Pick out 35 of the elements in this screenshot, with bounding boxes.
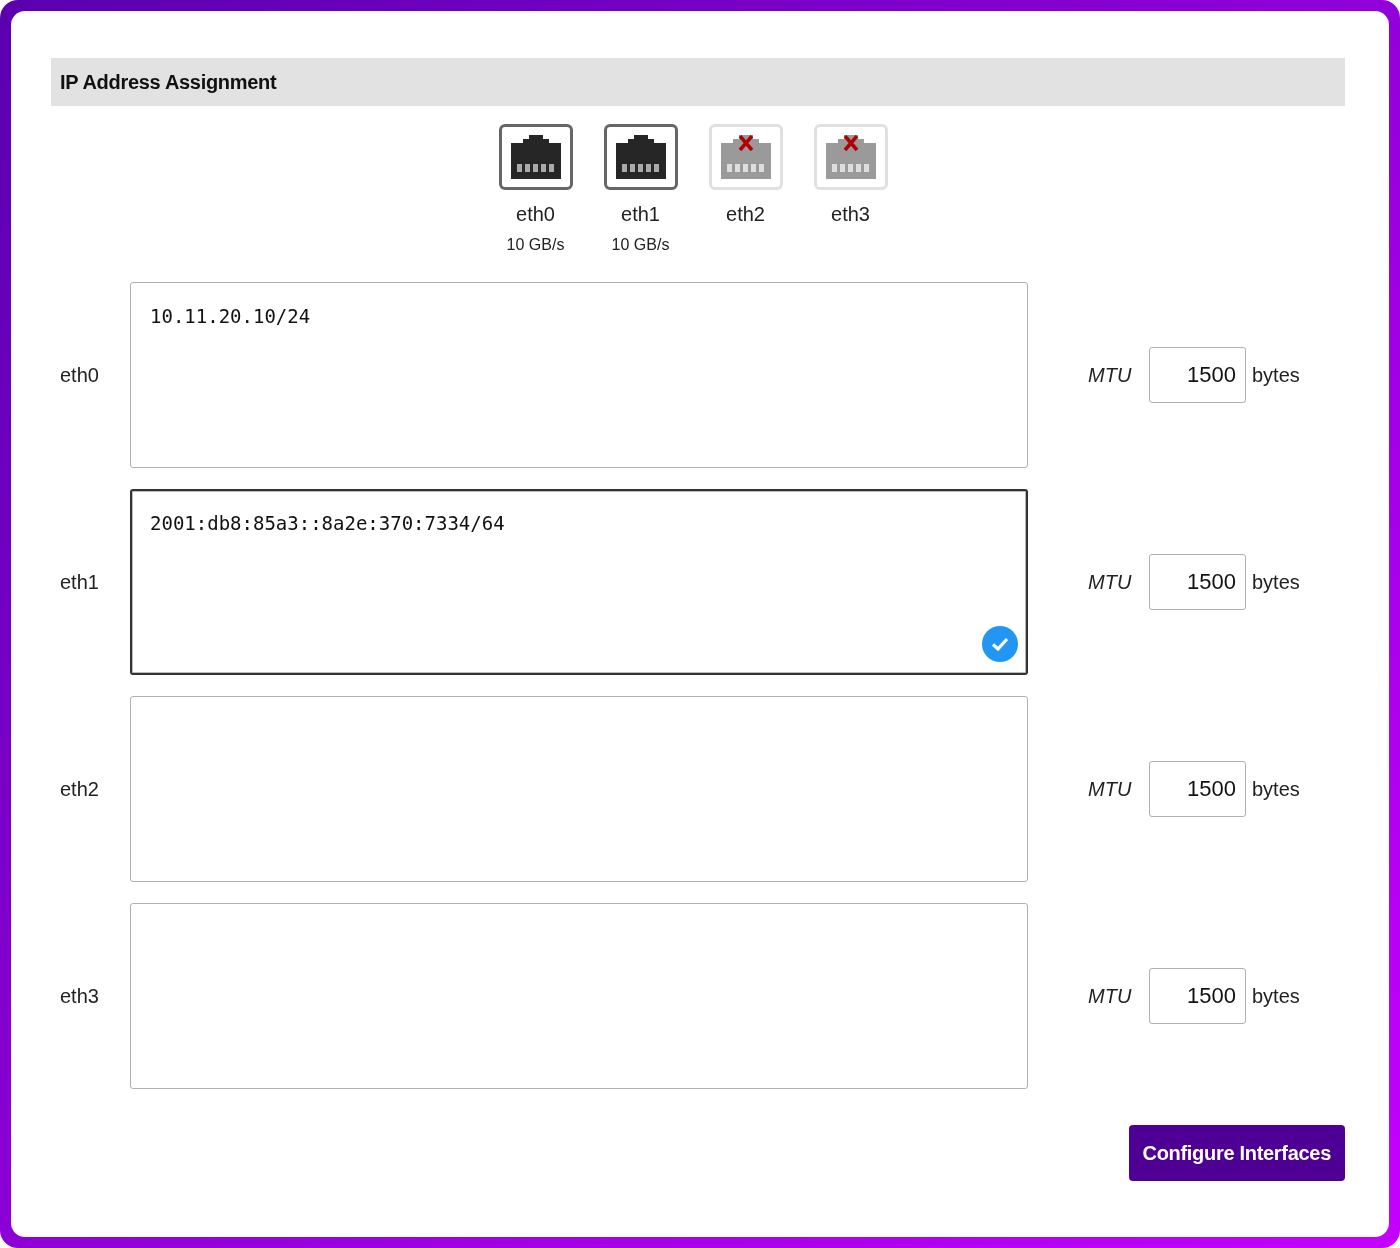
unit-label: bytes <box>1252 570 1300 594</box>
check-icon <box>982 626 1018 662</box>
disconnected-port-icon <box>720 135 771 179</box>
ethernet-port-icon <box>615 135 666 179</box>
port-name: eth2 <box>726 203 765 226</box>
configure-button[interactable]: Configure Interfaces <box>1128 1125 1345 1181</box>
address-field[interactable] <box>130 903 1028 1089</box>
mtu-label: MTU <box>1088 363 1133 387</box>
port-name: eth3 <box>831 203 870 226</box>
mtu-label: MTU <box>1088 984 1133 1008</box>
mtu-label: MTU <box>1088 777 1133 801</box>
ethernet-port-icon <box>510 135 561 179</box>
port-tile[interactable] <box>498 124 573 190</box>
address-field[interactable] <box>130 696 1028 882</box>
port-tile[interactable] <box>603 124 678 190</box>
mtu-field[interactable]: 1500 <box>1149 968 1246 1024</box>
section-title: IP Address Assignment <box>51 58 1345 106</box>
interface-label: eth1 <box>59 570 100 594</box>
unit-label: bytes <box>1252 777 1300 801</box>
unit-label: bytes <box>1252 363 1300 387</box>
disconnected-port-icon <box>825 135 876 179</box>
address-field[interactable]: 10.11.20.10/24 <box>130 282 1028 468</box>
interface-label: eth2 <box>59 777 100 801</box>
mtu-field[interactable]: 1500 <box>1149 761 1246 817</box>
interface-label: eth3 <box>59 984 100 1008</box>
mtu-label: MTU <box>1088 570 1133 594</box>
port-name: eth0 <box>516 203 555 226</box>
address-field[interactable]: 2001:db8:85a3::8a2e:370:7334/64 <box>130 489 1028 675</box>
port-speed: 10 GB/s <box>611 236 670 254</box>
unit-label: bytes <box>1252 984 1300 1008</box>
mtu-field[interactable]: 1500 <box>1149 347 1246 403</box>
mtu-field[interactable]: 1500 <box>1149 554 1246 610</box>
port-speed: 10 GB/s <box>506 236 565 254</box>
port-name: eth1 <box>621 203 660 226</box>
interface-label: eth0 <box>59 363 100 387</box>
